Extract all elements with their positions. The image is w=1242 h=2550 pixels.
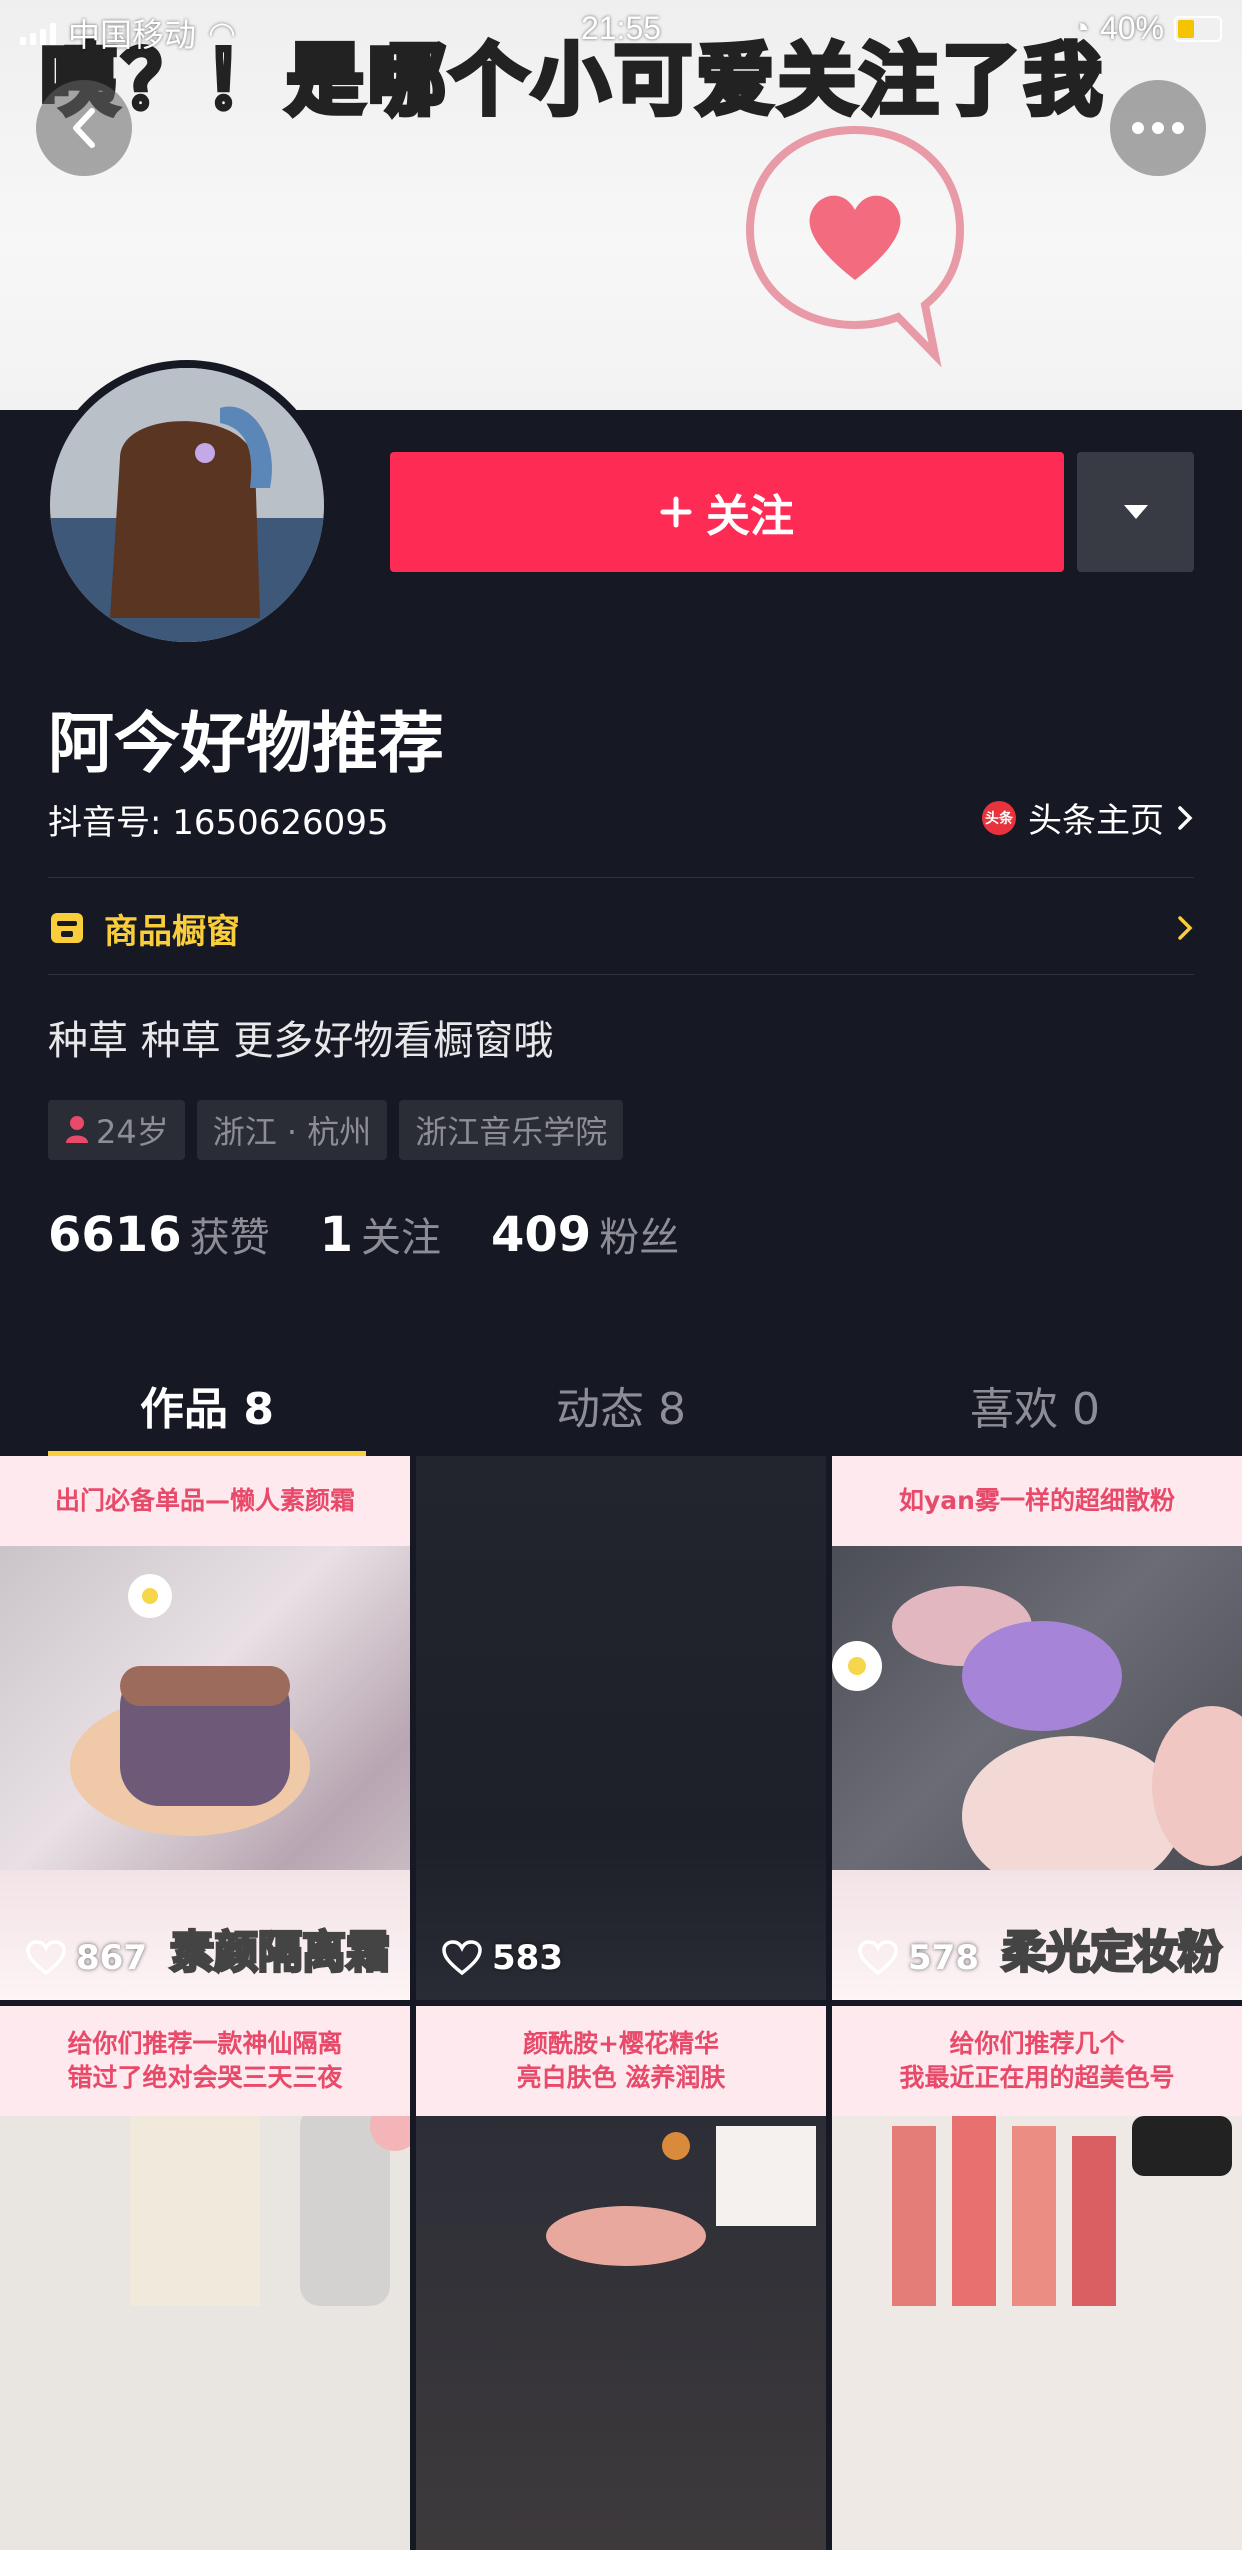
stat-label: 粉丝	[599, 1215, 680, 1261]
stat-label: 关注	[361, 1215, 441, 1261]
like-count: 867	[26, 1938, 147, 1978]
caret-down-icon	[1123, 505, 1148, 519]
like-count: 578	[858, 1938, 979, 1978]
thumbnail-caption: 颜酰胺+樱花精华 亮白肤色 滋养润肤	[416, 2006, 826, 2116]
plus-icon	[660, 496, 692, 528]
video-thumbnail[interactable]: 出门必备单品—懒人素颜霜 素颜隔离霜 867	[0, 1456, 410, 2000]
shop-window-label: 商品橱窗	[104, 911, 240, 952]
heart-outline-icon	[26, 1940, 66, 1976]
age-label: 24岁	[96, 1113, 169, 1151]
stat-number: 1	[319, 1207, 353, 1263]
profile-banner: 咦？！是哪个小可爱关注了我	[0, 0, 1242, 410]
stat-number: 409	[491, 1207, 592, 1263]
profile-stats: 6616 获赞 1 关注 409 粉丝	[48, 1205, 679, 1263]
heart-outline-icon	[858, 1940, 898, 1976]
stat-likes: 6616 获赞	[48, 1205, 270, 1263]
thumbnail-caption: 出门必备单品—懒人素颜霜	[0, 1456, 410, 1546]
follow-button[interactable]: 关注	[390, 452, 1064, 572]
like-count-value: 578	[908, 1938, 979, 1978]
video-thumbnail[interactable]: 如yan雾一样的超细散粉 柔光定妆粉 578	[832, 1456, 1242, 2000]
thumbnail-image	[832, 2086, 1242, 2550]
video-thumbnail[interactable]: 给你们推荐几个 我最近正在用的超美色号	[832, 2006, 1242, 2550]
school-label: 浙江音乐学院	[415, 1113, 608, 1151]
chevron-left-icon	[73, 108, 95, 148]
avatar[interactable]	[42, 360, 332, 650]
thumbnail-image	[0, 2086, 410, 2550]
shop-icon	[51, 913, 83, 943]
like-count-value: 583	[492, 1938, 563, 1978]
video-thumbnail[interactable]: 颜酰胺+樱花精华 亮白肤色 滋养润肤	[416, 2006, 826, 2550]
age-tag: 24岁	[48, 1100, 185, 1160]
thumbnail-image	[416, 2086, 826, 2550]
heart-outline-icon	[442, 1940, 482, 1976]
thumbnail-caption: 给你们推荐几个 我最近正在用的超美色号	[832, 2006, 1242, 2116]
school-tag: 浙江音乐学院	[399, 1100, 624, 1160]
profile-name: 阿今好物推荐	[48, 705, 444, 782]
like-count-value: 867	[76, 1938, 147, 1978]
toutiao-icon: 头条	[982, 800, 1016, 835]
content-tabs: 作品 8 动态 8 喜欢 0	[0, 1355, 1242, 1457]
location-tag: 浙江 · 杭州	[196, 1100, 388, 1160]
battery-percent: 40%	[1099, 10, 1164, 46]
stat-label: 获赞	[189, 1215, 270, 1261]
stat-following[interactable]: 1 关注	[320, 1205, 441, 1263]
divider	[48, 877, 1194, 878]
status-bar: 中国移动 ◠ 21:55 ◔ 40%	[0, 0, 1242, 60]
more-dots-icon	[1132, 122, 1184, 134]
like-count: 583	[442, 1938, 563, 1978]
orientation-lock-icon: ◔	[1070, 10, 1090, 46]
toutiao-label: 头条主页	[1028, 801, 1164, 841]
video-thumbnail[interactable]: 583	[416, 1456, 826, 2000]
recommend-dropdown-button[interactable]	[1077, 452, 1194, 572]
thumbnail-caption: 给你们推荐一款神仙隔离 错过了绝对会哭三天三夜	[0, 2006, 410, 2116]
clock: 21:55	[580, 10, 662, 46]
female-icon	[66, 1116, 88, 1143]
tab-works[interactable]: 作品 8	[0, 1355, 414, 1457]
battery-icon	[1174, 15, 1222, 42]
heart-bubble-icon	[745, 125, 965, 368]
back-button[interactable]	[36, 80, 132, 176]
shop-window-row[interactable]: 商品橱窗	[48, 900, 1194, 956]
tab-likes[interactable]: 喜欢 0	[828, 1355, 1242, 1455]
more-button[interactable]	[1110, 80, 1206, 176]
divider	[48, 974, 1194, 975]
stat-number: 6616	[48, 1207, 182, 1263]
douyin-id: 抖音号: 1650626095	[48, 803, 389, 843]
bio-text: 种草 种草 更多好物看橱窗哦	[48, 1018, 554, 1064]
stat-followers[interactable]: 409 粉丝	[491, 1205, 679, 1263]
avatar-photo	[50, 368, 324, 642]
chevron-right-icon	[1178, 805, 1193, 830]
tab-activity[interactable]: 动态 8	[414, 1355, 828, 1455]
chevron-right-icon	[1178, 916, 1193, 940]
profile-tags: 24岁 浙江 · 杭州 浙江音乐学院	[48, 1100, 624, 1160]
location-label: 浙江 · 杭州	[212, 1113, 372, 1151]
video-thumbnail[interactable]: 给你们推荐一款神仙隔离 错过了绝对会哭三天三夜	[0, 2006, 410, 2550]
thumbnail-caption: 如yan雾一样的超细散粉	[832, 1456, 1242, 1546]
follow-label: 关注	[706, 491, 794, 542]
toutiao-homepage-link[interactable]: 头条 头条主页	[982, 793, 1194, 842]
